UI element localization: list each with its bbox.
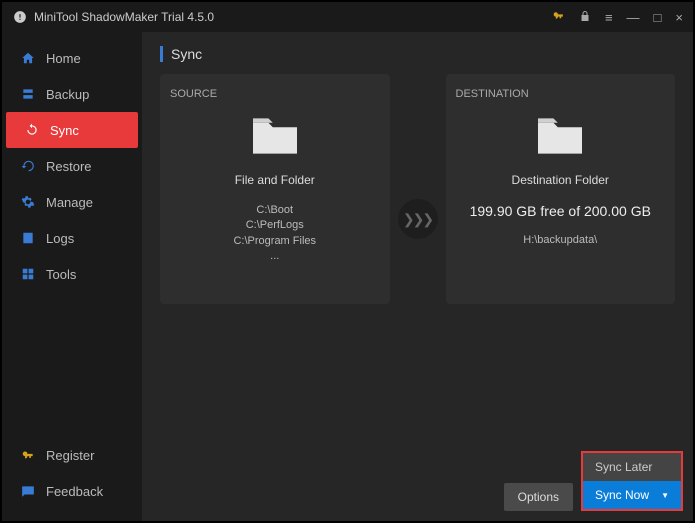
folder-icon xyxy=(247,114,303,161)
source-panel[interactable]: SOURCE File and Folder C:\Boot C:\PerfLo… xyxy=(160,74,390,304)
page-header: Sync xyxy=(160,46,675,62)
menu-icon[interactable]: ≡ xyxy=(605,10,613,25)
app-logo-icon xyxy=(12,9,28,25)
folder-icon xyxy=(532,114,588,161)
source-paths: C:\Boot C:\PerfLogs C:\Program Files ... xyxy=(233,203,316,265)
sidebar-item-label: Register xyxy=(46,448,94,463)
sidebar-item-label: Home xyxy=(46,51,81,66)
home-icon xyxy=(20,50,36,66)
restore-icon xyxy=(20,158,36,174)
destination-heading: DESTINATION xyxy=(456,88,529,100)
sidebar-item-register[interactable]: Register xyxy=(2,437,142,473)
tools-icon xyxy=(20,266,36,282)
page-title: Sync xyxy=(171,46,202,62)
sidebar-item-label: Sync xyxy=(50,123,79,138)
sidebar-item-home[interactable]: Home xyxy=(2,40,142,76)
source-heading: SOURCE xyxy=(170,88,217,100)
footer-actions: Options Sync Later Sync Now ▼ xyxy=(504,451,683,511)
sync-later-option[interactable]: Sync Later xyxy=(583,453,681,481)
sync-dropdown: Sync Later Sync Now ▼ xyxy=(581,451,683,511)
close-button[interactable]: × xyxy=(675,10,683,25)
destination-path: H:\backupdata\ xyxy=(523,233,597,248)
sidebar-item-label: Feedback xyxy=(46,484,103,499)
sidebar-item-logs[interactable]: Logs xyxy=(2,220,142,256)
window-title: MiniTool ShadowMaker Trial 4.5.0 xyxy=(34,10,552,24)
destination-storage: 199.90 GB free of 200.00 GB xyxy=(470,203,651,219)
destination-panel[interactable]: DESTINATION Destination Folder 199.90 GB… xyxy=(446,74,676,304)
arrow-icon: ❯❯❯ xyxy=(398,199,438,239)
sidebar: Home Backup Sync Restore Manage xyxy=(2,32,142,521)
chevron-down-icon: ▼ xyxy=(661,491,669,500)
sync-now-button[interactable]: Sync Now ▼ xyxy=(583,481,681,509)
sidebar-item-label: Backup xyxy=(46,87,89,102)
feedback-icon xyxy=(20,483,36,499)
sidebar-item-backup[interactable]: Backup xyxy=(2,76,142,112)
titlebar: MiniTool ShadowMaker Trial 4.5.0 ≡ — □ × xyxy=(2,2,693,32)
sidebar-item-sync[interactable]: Sync xyxy=(6,112,138,148)
sidebar-item-label: Logs xyxy=(46,231,74,246)
sidebar-item-feedback[interactable]: Feedback xyxy=(2,473,142,509)
maximize-button[interactable]: □ xyxy=(654,10,662,25)
sidebar-item-label: Manage xyxy=(46,195,93,210)
sidebar-item-label: Restore xyxy=(46,159,92,174)
source-label: File and Folder xyxy=(235,173,315,187)
app-window: MiniTool ShadowMaker Trial 4.5.0 ≡ — □ ×… xyxy=(0,0,695,523)
options-button[interactable]: Options xyxy=(504,483,573,511)
backup-icon xyxy=(20,86,36,102)
key-icon[interactable] xyxy=(552,9,565,25)
main-content: Sync SOURCE File and Folder C:\Boot C:\P… xyxy=(142,32,693,521)
sync-icon xyxy=(24,122,40,138)
minimize-button[interactable]: — xyxy=(627,10,640,25)
key-icon xyxy=(20,447,36,463)
sidebar-item-tools[interactable]: Tools xyxy=(2,256,142,292)
sidebar-item-label: Tools xyxy=(46,267,76,282)
destination-label: Destination Folder xyxy=(512,173,609,187)
sidebar-item-restore[interactable]: Restore xyxy=(2,148,142,184)
lock-icon[interactable] xyxy=(579,10,591,25)
logs-icon xyxy=(20,230,36,246)
sidebar-item-manage[interactable]: Manage xyxy=(2,184,142,220)
manage-icon xyxy=(20,194,36,210)
